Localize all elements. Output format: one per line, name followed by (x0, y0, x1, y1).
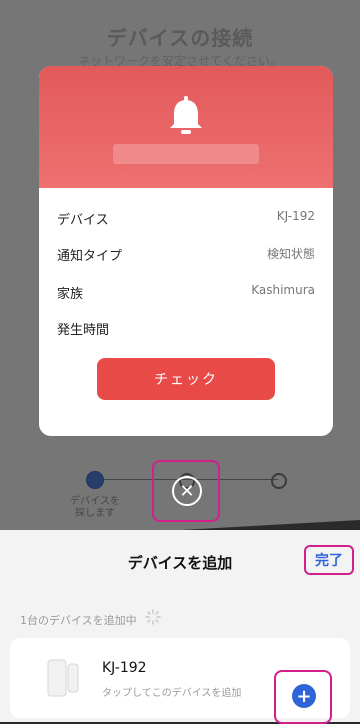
info-row-device: デバイス KJ-192 (57, 209, 315, 233)
info-value: KJ-192 (276, 209, 315, 223)
device-hint: タップしてこのデバイスを追加 (102, 688, 242, 699)
loading-spinner-icon (145, 609, 161, 625)
info-row-family: 家族 Kashimura (57, 283, 315, 307)
dialog-header (39, 66, 333, 188)
device-name: KJ-192 (102, 660, 147, 676)
check-button[interactable]: チェック (97, 358, 275, 400)
sensor-device-image (47, 659, 79, 697)
info-row-time: 発生時間 (57, 319, 315, 343)
info-key: 通知タイプ (57, 249, 123, 264)
add-device-screen: デバイスを追加 完了 1台のデバイスを追加中 KJ-192 タップしてこのデバイ… (0, 530, 360, 724)
close-icon[interactable]: ✕ (172, 476, 202, 506)
done-button[interactable]: 完了 (304, 545, 354, 575)
info-value: Kashimura (251, 283, 315, 297)
info-key: 家族 (57, 287, 84, 302)
info-row-notification-type: 通知タイプ 検知状態 (57, 245, 315, 269)
bell-icon (170, 96, 202, 134)
notification-dialog: デバイス KJ-192 通知タイプ 検知状態 家族 Kashimura 発生時間… (39, 66, 333, 436)
adding-status: 1台のデバイスを追加中 (20, 614, 137, 627)
plus-circle-icon[interactable]: + (292, 684, 316, 708)
info-value: 検知状態 (266, 247, 315, 261)
blurred-text (113, 144, 259, 164)
info-key: 発生時間 (57, 323, 110, 338)
connect-device-screen: デバイスの接続 ネットワークを安定させてください。 デバイスを 探します デバイ… (0, 0, 360, 530)
info-key: デバイス (57, 213, 109, 228)
